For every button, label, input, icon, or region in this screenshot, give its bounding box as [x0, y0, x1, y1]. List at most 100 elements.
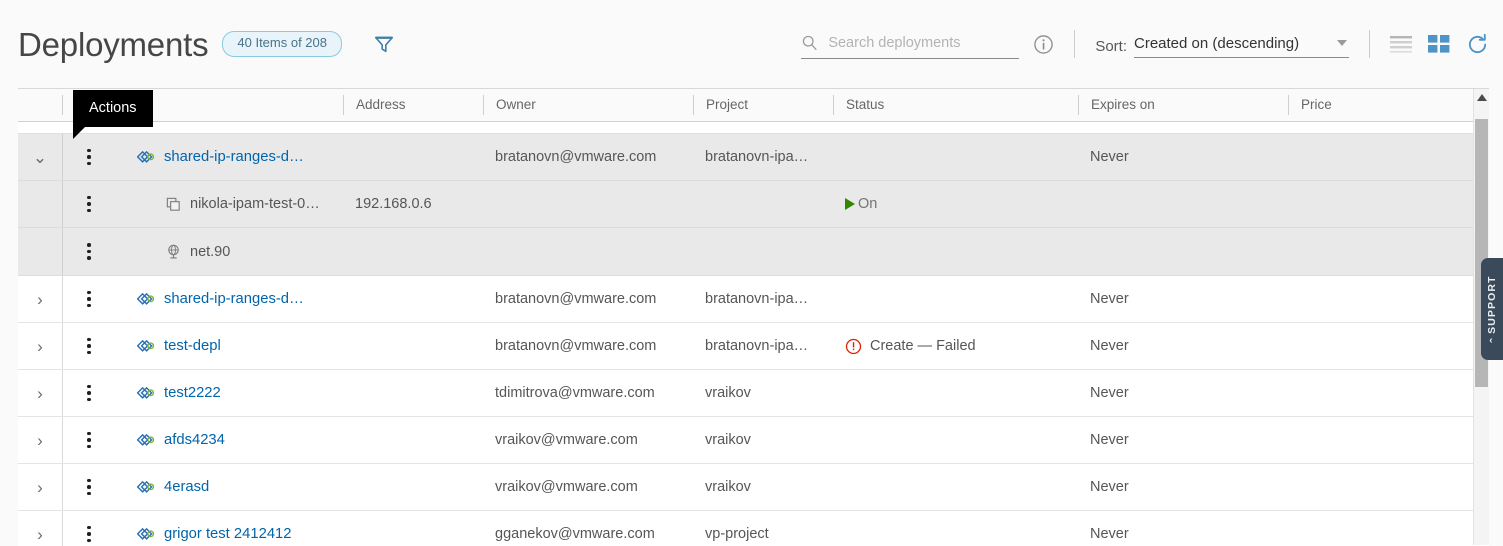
- kebab-menu-icon: [83, 476, 95, 499]
- row-project-cell: vp-project: [705, 526, 769, 542]
- row-address-cell: [343, 511, 483, 546]
- deployment-name-link[interactable]: shared-ip-ranges-d…: [164, 291, 304, 307]
- list-view-icon[interactable]: [1390, 35, 1412, 53]
- virtual-machine-icon: [165, 196, 182, 213]
- deployment-name-link[interactable]: grigor test 2412412: [164, 526, 292, 542]
- sort-control[interactable]: Sort: Created on (descending): [1095, 31, 1349, 58]
- row-actions-button[interactable]: [62, 181, 125, 227]
- row-actions-button[interactable]: [62, 417, 125, 463]
- table-row[interactable]: › grigor test 2412412 gganekov@vmware.co…: [18, 511, 1489, 546]
- row-address-cell: [343, 370, 483, 416]
- row-name-cell: grigor test 2412412: [125, 511, 343, 546]
- expand-toggle[interactable]: ›: [18, 417, 62, 463]
- row-price-cell: [1288, 464, 1489, 510]
- row-actions-button[interactable]: [62, 134, 125, 180]
- expand-toggle[interactable]: ›: [18, 511, 62, 546]
- kebab-menu-icon: [83, 523, 95, 546]
- table-row[interactable]: › shared-ip-ranges-d… bratanovn@vmware.c…: [18, 276, 1489, 323]
- row-expires-cell: [1078, 181, 1288, 227]
- expand-toggle[interactable]: ⌄: [18, 134, 62, 180]
- resource-name: nikola-ipam-test-0…: [190, 196, 320, 212]
- row-actions-button[interactable]: [62, 323, 125, 369]
- row-actions-button[interactable]: [62, 228, 125, 275]
- column-header-status[interactable]: Status: [833, 95, 1078, 115]
- deployment-name-link[interactable]: test2222: [164, 385, 221, 401]
- row-price-cell: [1288, 276, 1489, 322]
- deployment-icon: [137, 478, 156, 497]
- support-tab-label: SUPPORT: [1486, 275, 1498, 334]
- row-expires-cell: Never: [1090, 338, 1129, 354]
- row-project-cell: vraikov: [705, 432, 751, 448]
- chevron-left-icon: ‹: [1489, 335, 1495, 347]
- support-tab[interactable]: ‹ SUPPORT: [1481, 258, 1503, 360]
- kebab-menu-icon: [83, 146, 95, 169]
- row-actions-button[interactable]: [62, 370, 125, 416]
- expand-toggle[interactable]: ›: [18, 323, 62, 369]
- table-row[interactable]: › test-depl bratanovn@vmware.com bratano…: [18, 323, 1489, 370]
- row-project-cell: bratanovn-ipa…: [705, 338, 809, 354]
- row-actions-button[interactable]: [62, 511, 125, 546]
- refresh-icon[interactable]: [1466, 33, 1489, 56]
- row-owner-cell: [483, 228, 693, 275]
- deployment-name-link[interactable]: 4erasd: [164, 479, 209, 495]
- kebab-menu-icon: [83, 335, 95, 358]
- kebab-menu-icon: [83, 288, 95, 311]
- kebab-menu-icon: [83, 240, 95, 263]
- row-status-cell: [833, 276, 1078, 322]
- header-controls: Sort: Created on (descending): [801, 30, 1489, 59]
- row-status-cell: [833, 417, 1078, 463]
- row-project-cell: [693, 228, 833, 275]
- deployment-name-link[interactable]: test-depl: [164, 338, 221, 354]
- search-icon: [801, 34, 818, 51]
- column-header-project[interactable]: Project: [693, 95, 833, 115]
- page-title: Deployments: [18, 25, 209, 63]
- expand-toggle[interactable]: ›: [18, 276, 62, 322]
- row-actions-button[interactable]: [62, 276, 125, 322]
- chevron-right-icon: ›: [37, 524, 43, 544]
- sort-select[interactable]: Created on (descending): [1134, 31, 1349, 58]
- chevron-right-icon: ›: [37, 477, 43, 497]
- column-header-price[interactable]: Price: [1288, 95, 1489, 115]
- table-row-child[interactable]: nikola-ipam-test-0… 192.168.0.6 On: [18, 181, 1489, 228]
- expand-toggle[interactable]: ›: [18, 464, 62, 510]
- info-circle-icon[interactable]: [1033, 34, 1054, 55]
- status-text: On: [858, 196, 878, 212]
- filter-funnel-icon[interactable]: [370, 30, 398, 58]
- table-row[interactable]: › afds4234 vraikov@vmware.com vraikov Ne…: [18, 417, 1489, 464]
- row-actions-button[interactable]: [62, 464, 125, 510]
- row-price-cell: [1288, 417, 1489, 463]
- column-header-address[interactable]: Address: [343, 95, 483, 115]
- scroll-up-arrow-icon[interactable]: [1476, 94, 1487, 101]
- deployment-icon: [137, 337, 156, 356]
- sort-selected-value: Created on (descending): [1134, 35, 1300, 52]
- table-row[interactable]: ⌄ shared-ip-ranges-d… bratanovn@vmware.c…: [18, 134, 1489, 181]
- sort-label: Sort:: [1095, 37, 1127, 55]
- column-header-owner[interactable]: Owner: [483, 95, 693, 115]
- row-status-cell: [833, 370, 1078, 416]
- kebab-menu-icon: [83, 193, 95, 216]
- header-divider-2: [1369, 30, 1370, 58]
- row-name-cell: test2222: [125, 370, 343, 416]
- row-status-cell: [833, 511, 1078, 546]
- row-owner-cell: bratanovn@vmware.com: [495, 338, 657, 354]
- chevron-down-icon: ⌄: [32, 147, 48, 167]
- chevron-down-icon: [1337, 39, 1347, 46]
- row-owner-cell: bratanovn@vmware.com: [495, 149, 657, 165]
- deployment-name-link[interactable]: shared-ip-ranges-d…: [164, 149, 304, 165]
- row-price-cell: [1288, 370, 1489, 416]
- row-owner-cell: tdimitrova@vmware.com: [495, 385, 655, 401]
- column-header-expires[interactable]: Expires on: [1078, 95, 1288, 115]
- row-name-cell: 4erasd: [125, 464, 343, 510]
- deployment-name-link[interactable]: afds4234: [164, 432, 225, 448]
- row-owner-cell: [483, 181, 693, 227]
- chevron-right-icon: ›: [37, 430, 43, 450]
- table-row[interactable]: › test2222 tdimitrova@vmware.com vraikov…: [18, 370, 1489, 417]
- table-row-child[interactable]: net.90: [18, 228, 1489, 275]
- search-box[interactable]: [801, 30, 1020, 59]
- row-address-cell: [343, 464, 483, 510]
- expand-toggle[interactable]: ›: [18, 370, 62, 416]
- search-input[interactable]: [826, 33, 1020, 52]
- table-row[interactable]: › 4erasd vraikov@vmware.com vraikov Neve…: [18, 464, 1489, 511]
- card-view-icon[interactable]: [1428, 34, 1450, 54]
- row-name-cell: nikola-ipam-test-0…: [125, 181, 343, 227]
